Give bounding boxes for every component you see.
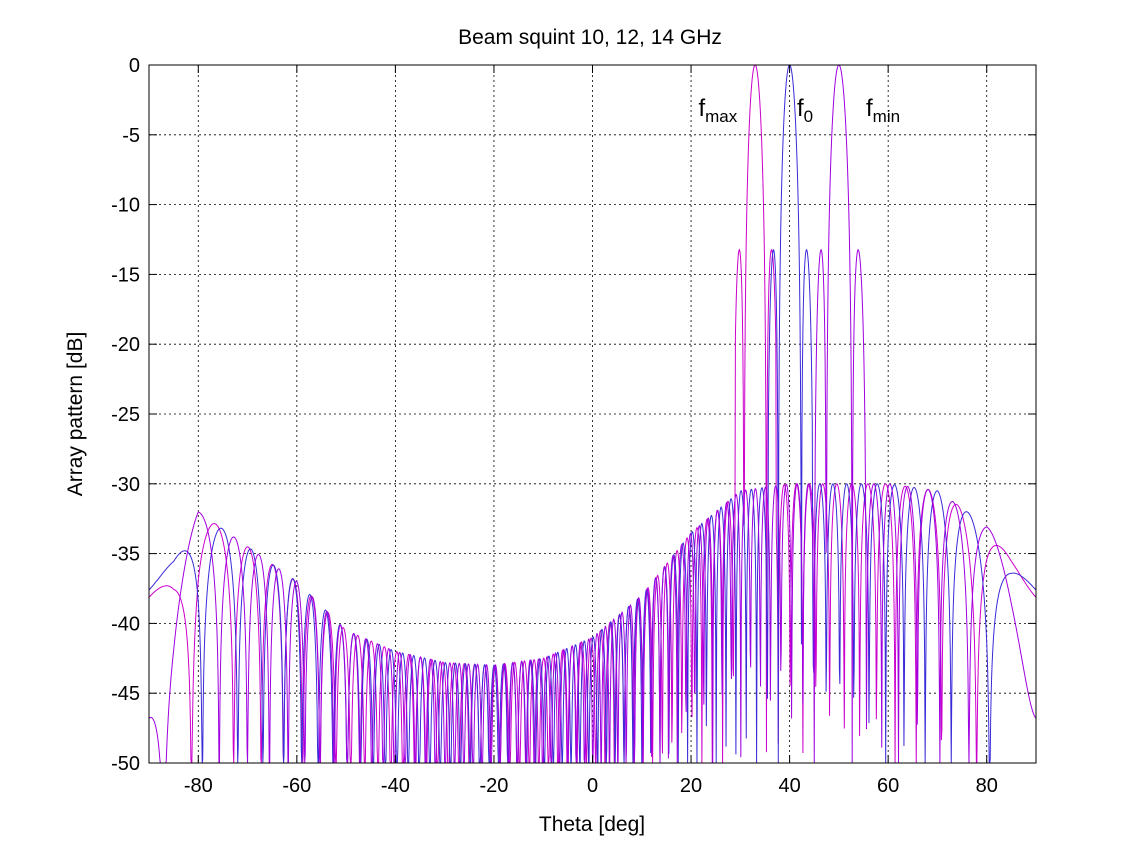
y-tick-label: -5 xyxy=(122,125,140,147)
y-axis-label: Array pattern [dB] xyxy=(64,332,87,497)
y-tick-label: -25 xyxy=(111,404,140,426)
array-pattern-chart: Beam squint 10, 12, 14 GHz -80 -60 -40 -20 0… xyxy=(64,26,1037,836)
x-tick-label: -80 xyxy=(184,775,213,797)
x-tick-label: -40 xyxy=(381,775,410,797)
x-tick-label: 20 xyxy=(680,775,702,797)
x-tick-label: 60 xyxy=(877,775,899,797)
x-tick-label: -60 xyxy=(282,775,311,797)
x-tick-label: -20 xyxy=(479,775,508,797)
x-tick-label: 40 xyxy=(778,775,800,797)
y-tick-label: -35 xyxy=(111,544,140,566)
x-tick-label: 80 xyxy=(976,775,998,797)
y-tick-label: -40 xyxy=(111,613,140,635)
y-tick-label: -20 xyxy=(111,334,140,356)
y-tick-label: -50 xyxy=(111,753,140,775)
y-tick-label: -15 xyxy=(111,264,140,286)
chart-title: Beam squint 10, 12, 14 GHz xyxy=(458,26,722,49)
y-tick-label: -30 xyxy=(111,474,140,496)
x-tick-label: 0 xyxy=(587,775,598,797)
y-tick-label: -45 xyxy=(111,683,140,705)
x-axis-label: Theta [deg] xyxy=(539,813,645,836)
y-tick-label: -10 xyxy=(111,195,140,217)
y-tick-label: 0 xyxy=(129,55,140,77)
